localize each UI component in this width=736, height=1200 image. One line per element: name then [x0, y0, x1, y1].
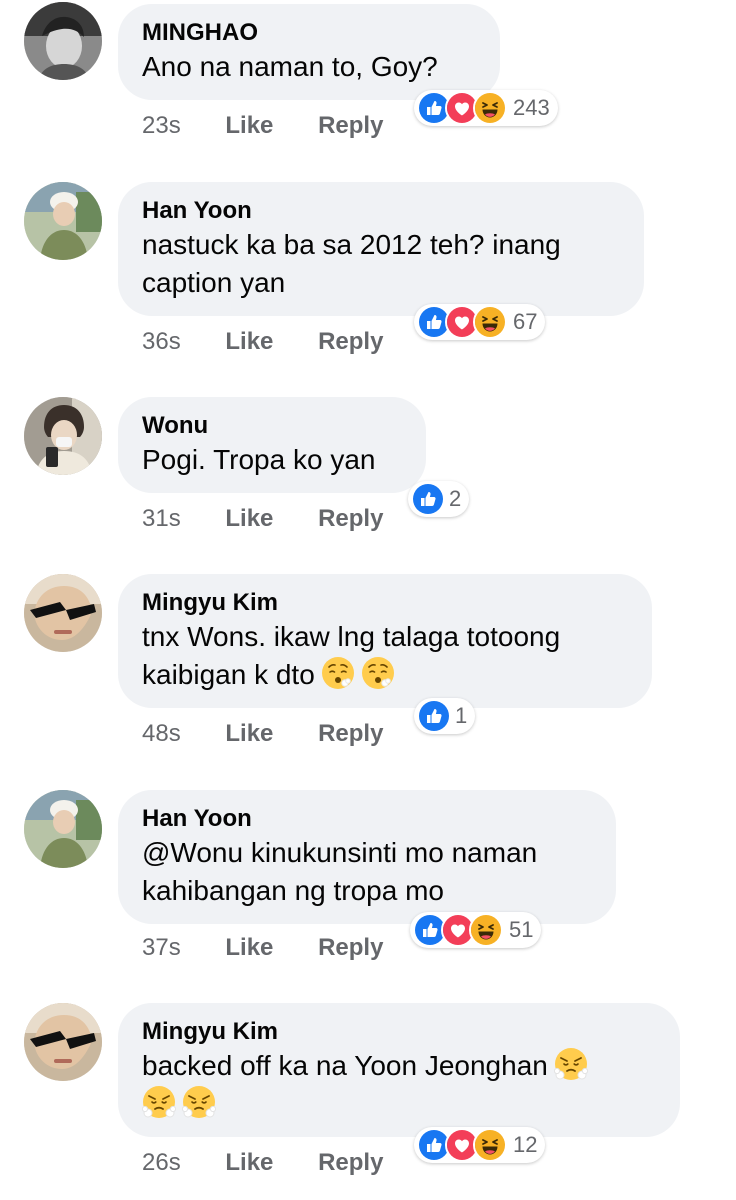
- reaction-summary[interactable]: 243: [414, 90, 558, 126]
- avatar[interactable]: [24, 1003, 102, 1081]
- comment-bubble: Mingyu Kim backed off ka na Yoon Jeongha…: [118, 1003, 680, 1137]
- reaction-count: 243: [513, 95, 550, 120]
- haha-reaction-icon: [473, 91, 507, 125]
- reply-button[interactable]: Reply: [318, 720, 383, 748]
- like-button[interactable]: Like: [225, 1149, 273, 1177]
- commenter-name[interactable]: Mingyu Kim: [142, 588, 628, 618]
- timestamp[interactable]: 31s: [142, 505, 181, 533]
- pleading-emoji-icon: [361, 656, 395, 690]
- reply-button[interactable]: Reply: [318, 328, 383, 356]
- comment-actions: 48s Like Reply: [142, 720, 421, 748]
- comment-bubble: Han Yoon @Wonu kinukunsinti mo naman kah…: [118, 790, 616, 924]
- commenter-name[interactable]: MINGHAO: [142, 18, 476, 48]
- reaction-count: 2: [449, 486, 462, 511]
- comment-text: nastuck ka ba sa 2012 teh? inang caption…: [142, 229, 561, 298]
- reply-button[interactable]: Reply: [318, 505, 383, 533]
- comment-actions: 37s Like Reply: [142, 934, 421, 962]
- reaction-count: 12: [513, 1132, 538, 1157]
- huffing-emoji-icon: [182, 1085, 216, 1119]
- comment-text: backed off ka na Yoon Jeonghan: [142, 1047, 656, 1123]
- commenter-name[interactable]: Han Yoon: [142, 196, 620, 226]
- like-button[interactable]: Like: [225, 328, 273, 356]
- like-button[interactable]: Like: [225, 934, 273, 962]
- pleading-emoji-icon: [321, 656, 355, 690]
- commenter-name[interactable]: Mingyu Kim: [142, 1017, 656, 1047]
- like-button[interactable]: Like: [225, 505, 273, 533]
- reaction-count: 1: [455, 703, 468, 728]
- reaction-count: 51: [509, 917, 534, 942]
- like-button[interactable]: Like: [225, 112, 273, 140]
- reaction-summary[interactable]: 12: [414, 1127, 546, 1163]
- comment-bubble: Mingyu Kim tnx Wons. ikaw lng talaga tot…: [118, 574, 652, 708]
- like-reaction-icon: [417, 699, 451, 733]
- reaction-count: 67: [513, 309, 538, 334]
- huffing-emoji-icon: [142, 1085, 176, 1119]
- timestamp[interactable]: 26s: [142, 1149, 181, 1177]
- commenter-name[interactable]: Han Yoon: [142, 804, 592, 834]
- comment-text: @Wonu kinukunsinti mo naman kahibangan n…: [142, 837, 538, 906]
- reaction-summary[interactable]: 1: [414, 698, 476, 734]
- commenter-name[interactable]: Wonu: [142, 411, 402, 441]
- comment-actions: 23s Like Reply: [142, 112, 421, 140]
- comment-text: Ano na naman to, Goy?: [142, 51, 438, 82]
- comment-bubble: Wonu Pogi. Tropa ko yan: [118, 397, 426, 493]
- comment-actions: 36s Like Reply: [142, 328, 421, 356]
- reply-button[interactable]: Reply: [318, 112, 383, 140]
- reply-button[interactable]: Reply: [318, 934, 383, 962]
- avatar[interactable]: [24, 574, 102, 652]
- comment-bubble: MINGHAO Ano na naman to, Goy?: [118, 4, 500, 100]
- timestamp[interactable]: 36s: [142, 328, 181, 356]
- comment-actions: 31s Like Reply: [142, 505, 421, 533]
- avatar[interactable]: [24, 397, 102, 475]
- comment-actions: 26s Like Reply: [142, 1149, 421, 1177]
- reaction-summary[interactable]: 67: [414, 304, 546, 340]
- haha-reaction-icon: [473, 1128, 507, 1162]
- timestamp[interactable]: 37s: [142, 934, 181, 962]
- timestamp[interactable]: 23s: [142, 112, 181, 140]
- comment-bubble: Han Yoon nastuck ka ba sa 2012 teh? inan…: [118, 182, 644, 316]
- reaction-summary[interactable]: 51: [410, 912, 542, 948]
- like-button[interactable]: Like: [225, 720, 273, 748]
- avatar[interactable]: [24, 2, 102, 80]
- comment-text: Pogi. Tropa ko yan: [142, 444, 376, 475]
- reply-button[interactable]: Reply: [318, 1149, 383, 1177]
- timestamp[interactable]: 48s: [142, 720, 181, 748]
- comment-text: tnx Wons. ikaw lng talaga totoong kaibig…: [142, 621, 561, 690]
- huffing-emoji-icon: [554, 1047, 588, 1081]
- haha-reaction-icon: [473, 305, 507, 339]
- haha-reaction-icon: [469, 913, 503, 947]
- avatar[interactable]: [24, 182, 102, 260]
- avatar[interactable]: [24, 790, 102, 868]
